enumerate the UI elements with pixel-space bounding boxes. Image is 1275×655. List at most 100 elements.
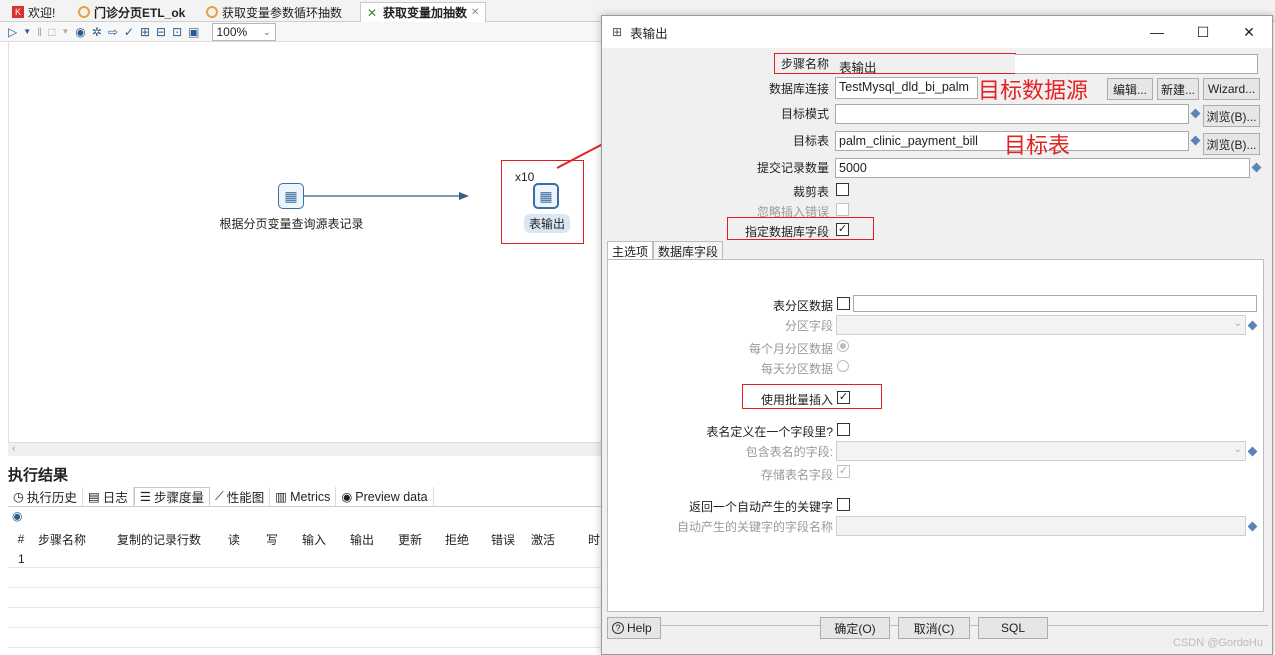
col-header: 激活 <box>530 532 555 547</box>
tab-label: 性能图 <box>226 491 265 505</box>
tab-log[interactable]: ▤ 日志 <box>83 487 134 506</box>
partition-aux-input[interactable] <box>853 295 1257 312</box>
log-icon: ▤ <box>87 490 100 504</box>
explore-db-icon[interactable]: ⊡ <box>172 25 182 39</box>
history-icon: ◷ <box>13 490 24 504</box>
metrics-icon: ☰ <box>139 490 151 504</box>
kettle-logo-icon: K <box>12 6 24 18</box>
dropdown-icon[interactable]: ▼ <box>23 27 31 36</box>
watermark: CSDN @GordoHu <box>1172 637 1263 649</box>
tablename-field-label: 包含表名的字段: <box>745 445 833 459</box>
zoom-select[interactable]: 100% ⌄ <box>211 22 276 41</box>
tab-job-loop[interactable]: 获取变量参数循环抽数 <box>200 2 348 22</box>
horizontal-scrollbar[interactable]: ‹ <box>8 442 605 456</box>
tab-transformation-active[interactable]: ✕ 获取变量加抽数 ✕ <box>360 2 487 22</box>
pause-icon[interactable]: ‖ <box>37 25 42 39</box>
col-header: 拒绝 <box>444 532 469 547</box>
variable-icon <box>1247 446 1258 457</box>
col-header: 输入 <box>301 532 326 547</box>
edit-connection-button[interactable]: 编辑... <box>1107 78 1153 100</box>
partition-day-label: 每天分区数据 <box>760 362 833 376</box>
tab-performance-graph[interactable]: ⟋ 性能图 <box>210 487 271 506</box>
db-connection-select[interactable]: TestMysql_dld_bi_palm <box>835 77 978 99</box>
tab-label: 欢迎! <box>28 5 56 20</box>
sql-button[interactable]: SQL <box>978 617 1048 639</box>
return-key-label: 返回一个自动产生的关键字 <box>688 500 833 514</box>
preview-icon[interactable]: ◉ <box>75 25 85 39</box>
help-icon: ? <box>612 622 624 634</box>
tab-execution-history[interactable]: ◷ 执行历史 <box>8 487 83 506</box>
batch-insert-checkbox[interactable]: ✓ <box>837 391 850 404</box>
ignore-errors-checkbox[interactable] <box>836 203 849 216</box>
results-tabs: ◷ 执行历史 ▤ 日志 ☰ 步骤度量 ⟋ 性能图 ▥ Metrics ◉ Preview d… <box>8 487 605 507</box>
sql-icon[interactable]: ⊟ <box>156 25 166 39</box>
wizard-button[interactable]: Wizard... <box>1203 78 1260 100</box>
col-header: 读 <box>227 532 240 547</box>
metrics-chart-icon: ▥ <box>275 490 288 504</box>
replay-icon[interactable]: ⇨ <box>108 25 118 39</box>
chevron-down-icon: ⌄ <box>1233 444 1242 455</box>
tab-database-fields[interactable]: 数据库字段 <box>653 241 724 260</box>
variable-icon <box>1190 135 1201 146</box>
tab-welcome[interactable]: K 欢迎! <box>6 2 61 22</box>
specify-fields-checkbox[interactable]: ✓ <box>836 223 849 236</box>
store-tablename-label: 存储表名字段 <box>760 468 833 482</box>
ok-button[interactable]: 确定(O) <box>820 617 890 639</box>
partition-month-radio[interactable] <box>837 340 849 352</box>
table-output-dialog: ⊞ 表输出 — ☐ ✕ 步骤名称 表输出 数据库连接 TestMysql_dld… <box>601 15 1273 655</box>
step-name-input[interactable]: 表输出 <box>835 54 1015 74</box>
main-options-panel: 表分区数据 分区字段 ⌄ 每个月分区数据 每天分区数据 使用批量插入 ✓ 表名定… <box>607 259 1264 612</box>
tab-job-clinic[interactable]: 门诊分页ETL_ok <box>72 2 191 22</box>
dialog-icon: ⊞ <box>612 25 623 39</box>
hop-arrow[interactable] <box>299 192 474 202</box>
stop-icon[interactable]: □ <box>48 25 55 39</box>
store-tablename-checkbox[interactable]: ✓ <box>837 465 850 478</box>
tab-label: 执行历史 <box>26 491 77 505</box>
col-header: 更新 <box>397 532 422 547</box>
truncate-table-checkbox[interactable] <box>836 183 849 196</box>
tab-label: Preview data <box>355 489 428 504</box>
return-key-field-input[interactable] <box>836 516 1246 536</box>
new-connection-button[interactable]: 新建... <box>1157 78 1199 100</box>
chart-icon: ⟋ <box>215 489 224 503</box>
tab-step-metrics[interactable]: ☰ 步骤度量 <box>133 487 210 506</box>
tab-label: 门诊分页ETL_ok <box>94 5 186 20</box>
impact-icon[interactable]: ⊞ <box>140 25 150 39</box>
eye-icon: ◉ <box>341 490 353 504</box>
browse-schema-button[interactable]: 浏览(B)... <box>1203 105 1260 127</box>
partition-field-select[interactable]: ⌄ <box>836 315 1246 335</box>
dropdown-icon[interactable]: ▼ <box>61 27 69 36</box>
browse-table-button[interactable]: 浏览(B)... <box>1203 133 1260 155</box>
variable-icon <box>1247 521 1258 532</box>
tab-main-options[interactable]: 主选项 <box>607 241 654 260</box>
step-name-input-ext[interactable] <box>1015 54 1258 74</box>
col-header: 错误 <box>490 532 515 547</box>
minimize-button[interactable]: — <box>1134 16 1180 48</box>
close-button[interactable]: ✕ <box>1226 16 1272 48</box>
cancel-button[interactable]: 取消(C) <box>898 617 970 639</box>
maximize-button[interactable]: ☐ <box>1180 16 1226 48</box>
transformation-canvas[interactable]: ▦ 根据分页变量查询源表记录 x10 ▦ 表输出 <box>8 42 605 442</box>
tablename-in-field-checkbox[interactable] <box>837 423 850 436</box>
partition-data-checkbox[interactable] <box>837 297 850 310</box>
run-icon[interactable]: ▷ <box>8 25 17 39</box>
show-results-icon[interactable]: ▣ <box>188 25 199 39</box>
help-button[interactable]: ? Help <box>607 617 661 639</box>
table-input-step-icon[interactable]: ▦ <box>278 183 304 209</box>
results-title: 执行结果 <box>8 467 69 484</box>
transformation-toolbar: ▷ ▼ ‖ □ ▼ ◉ ✲ ⇨ ✓ ⊞ ⊟ ⊡ ▣ 100% ⌄ <box>0 22 605 42</box>
verify-icon[interactable]: ✓ <box>124 25 134 39</box>
close-icon[interactable]: ✕ <box>471 7 479 18</box>
table-output-step-icon[interactable]: ▦ <box>533 183 559 209</box>
commit-size-input[interactable]: 5000 <box>835 158 1250 178</box>
tab-metrics[interactable]: ▥ Metrics <box>270 487 337 506</box>
tablename-field-select[interactable]: ⌄ <box>836 441 1246 461</box>
tab-preview-data[interactable]: ◉ Preview data <box>336 487 434 506</box>
step2-label: 表输出 <box>524 214 571 233</box>
partition-day-radio[interactable] <box>837 360 849 372</box>
col-header: 步骤名称 <box>38 532 87 547</box>
eye-icon[interactable]: ◉ <box>12 509 22 523</box>
return-key-checkbox[interactable] <box>837 498 850 511</box>
debug-icon[interactable]: ✲ <box>92 25 102 39</box>
target-schema-input[interactable] <box>835 104 1189 124</box>
